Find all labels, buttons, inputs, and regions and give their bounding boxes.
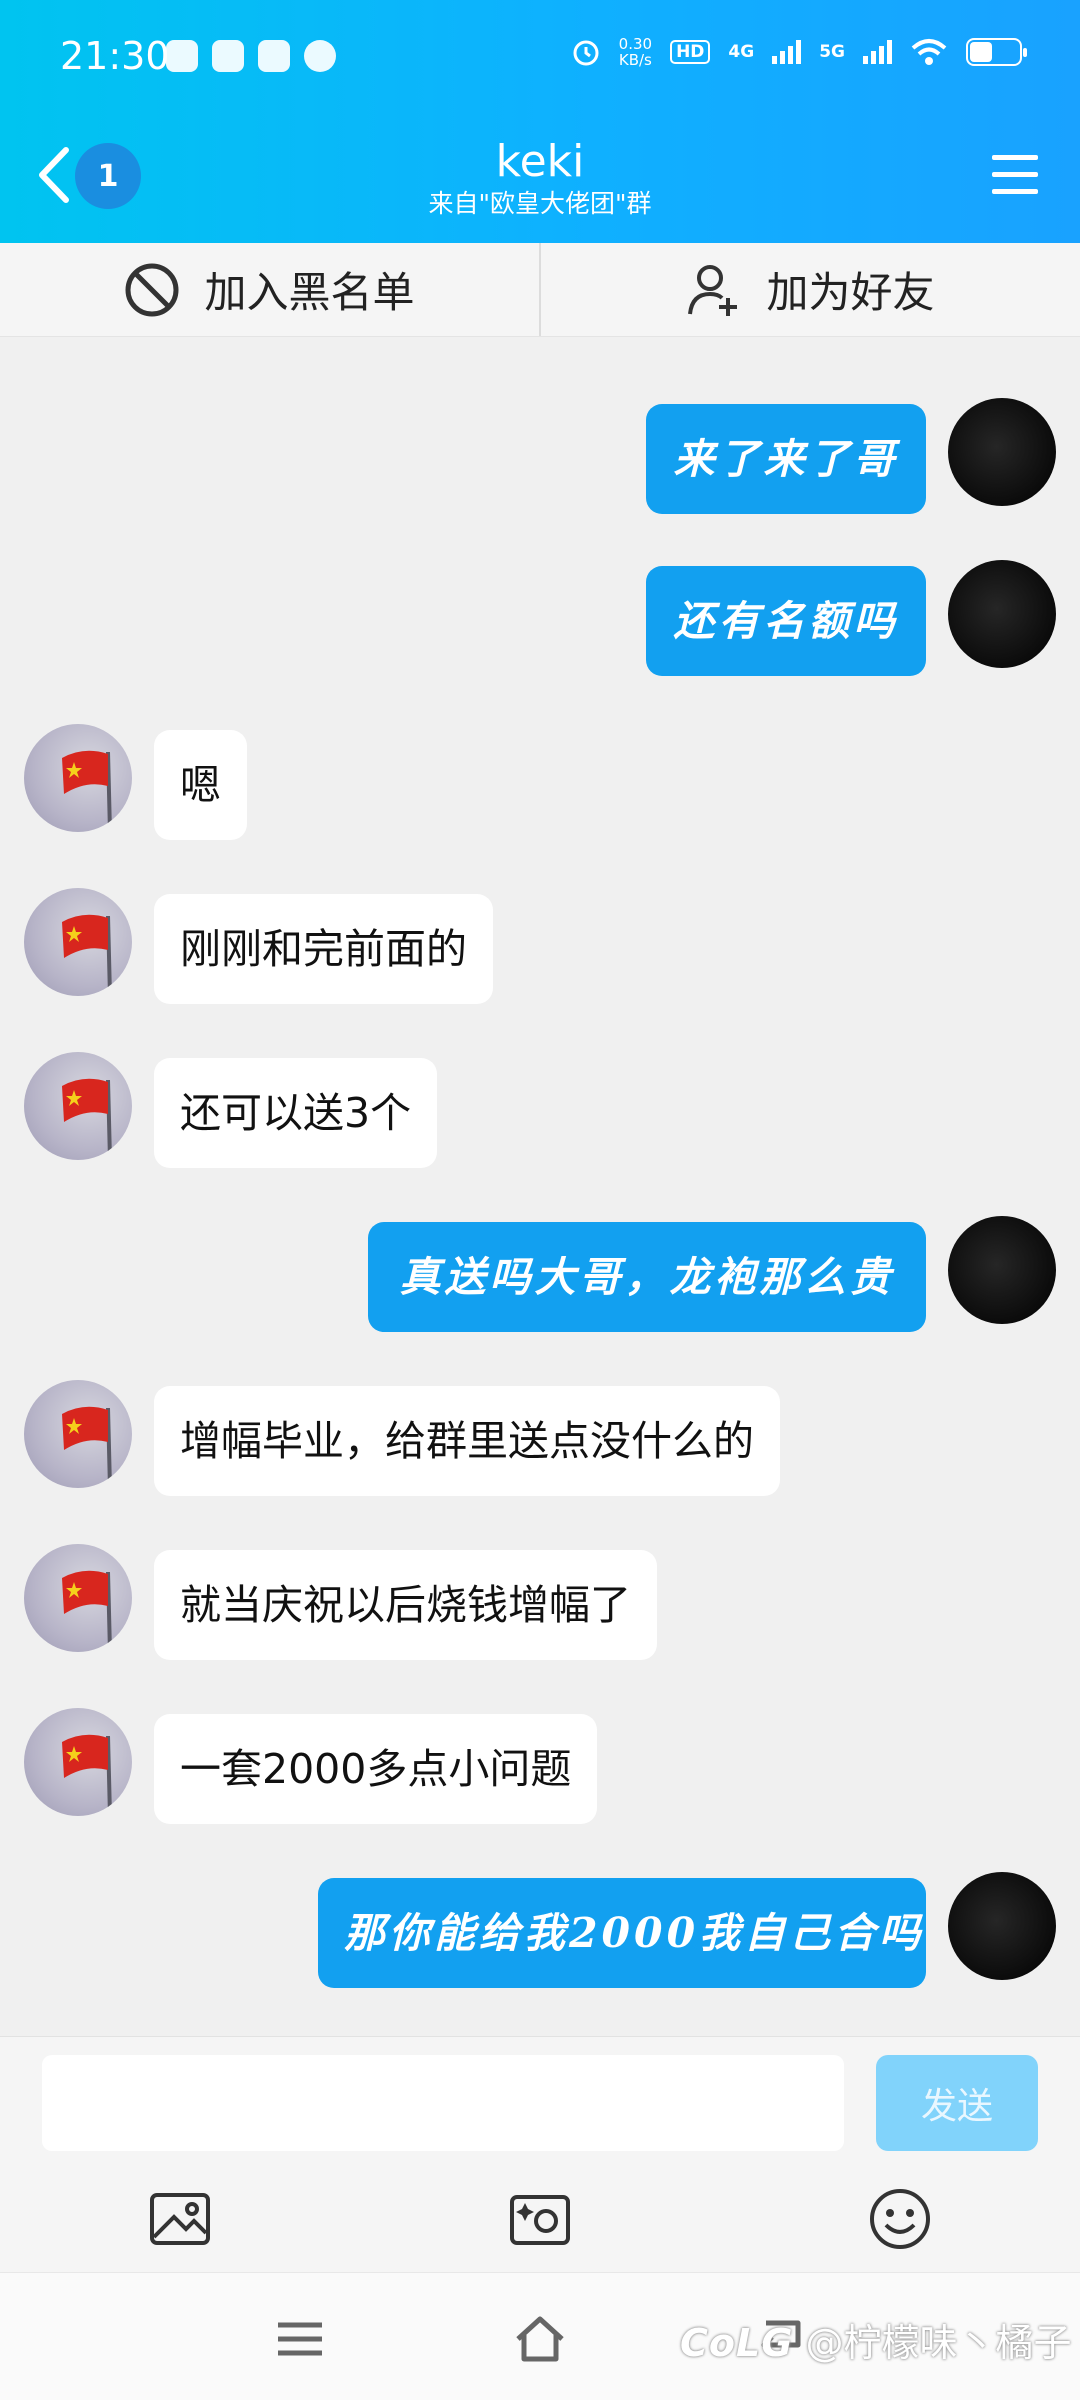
- signal-type-2: 5G: [819, 42, 845, 62]
- status-indicators: 0.30 KB/s HD 4G 5G: [571, 36, 1027, 68]
- camera-icon[interactable]: [508, 2187, 572, 2251]
- add-to-blacklist-button[interactable]: 加入黑名单: [0, 243, 539, 336]
- add-friend-button[interactable]: 加为好友: [539, 243, 1080, 336]
- menu-icon[interactable]: [992, 155, 1038, 195]
- status-time: 21:30: [60, 34, 170, 78]
- message-bubble-outgoing[interactable]: 那你能给我2000我自己合吗: [318, 1878, 926, 1988]
- emoji-icon[interactable]: [868, 2187, 932, 2251]
- blacklist-label: 加入黑名单: [204, 268, 415, 317]
- chat-title: keki: [495, 136, 585, 187]
- contact-avatar[interactable]: [24, 1708, 132, 1816]
- message-bubble-incoming[interactable]: 就当庆祝以后烧钱增幅了: [154, 1550, 657, 1660]
- self-avatar[interactable]: [948, 1872, 1056, 1980]
- contact-avatar[interactable]: [24, 1052, 132, 1160]
- message-bubble-incoming[interactable]: 增幅毕业，给群里送点没什么的: [154, 1386, 780, 1496]
- message-input[interactable]: [42, 2055, 844, 2151]
- self-avatar[interactable]: [948, 1216, 1056, 1324]
- app-notification-icon: [166, 40, 198, 72]
- signal-type-1: 4G: [728, 42, 755, 62]
- message-bubble-incoming[interactable]: 刚刚和完前面的: [154, 894, 493, 1004]
- contact-avatar[interactable]: [24, 1544, 132, 1652]
- message-bubble-incoming[interactable]: 嗯: [154, 730, 247, 840]
- message-notification-icon: [304, 40, 336, 72]
- home-icon[interactable]: [514, 2313, 566, 2365]
- send-button[interactable]: 发送: [876, 2055, 1038, 2151]
- contact-avatar[interactable]: [24, 888, 132, 996]
- flag-icon: [62, 914, 112, 996]
- self-avatar[interactable]: [948, 560, 1056, 668]
- net-speed: 0.30 KB/s: [619, 36, 652, 68]
- chat-header: 21:30 0.30 KB/s HD 4G 5G 1 keki 来自"欧皇大佬团…: [0, 0, 1080, 243]
- message-bubble-outgoing[interactable]: 真送吗大哥，龙袍那么贵: [368, 1222, 926, 1332]
- add-user-icon: [688, 264, 738, 316]
- alarm-icon: [573, 40, 599, 66]
- watermark-brand: CoLG: [680, 2321, 794, 2365]
- add-friend-label: 加为好友: [766, 268, 935, 317]
- notification-icons: [166, 40, 336, 72]
- chat-subtitle: 来自"欧皇大佬团"群: [428, 189, 652, 218]
- status-bar: 21:30 0.30 KB/s HD 4G 5G: [0, 0, 1080, 110]
- flag-icon: [62, 1570, 112, 1652]
- net-speed-value: 0.30: [618, 35, 653, 53]
- message-bubble-incoming[interactable]: 一套2000多点小问题: [154, 1714, 598, 1824]
- signal-bars-icon: [772, 40, 802, 64]
- flag-icon: [62, 750, 112, 832]
- signal-bars-icon: [863, 40, 892, 64]
- hd-badge: HD: [670, 40, 711, 64]
- contact-avatar[interactable]: [24, 724, 132, 832]
- message-bubble-outgoing[interactable]: 来了来了哥: [646, 404, 926, 514]
- image-icon[interactable]: [148, 2187, 212, 2251]
- contact-avatar[interactable]: [24, 1380, 132, 1488]
- back-arrow-icon[interactable]: [34, 146, 74, 204]
- message-bubble-outgoing[interactable]: 还有名额吗: [646, 566, 926, 676]
- block-icon: [125, 263, 179, 316]
- self-avatar[interactable]: [948, 398, 1056, 506]
- title-block: keki 来自"欧皇大佬团"群: [290, 136, 790, 220]
- wifi-icon: [911, 39, 947, 65]
- app-notification-icon: [258, 40, 290, 72]
- watermark: CoLG @柠檬味丶橘子: [680, 2312, 1072, 2367]
- flag-icon: [62, 1078, 112, 1160]
- message-bubble-incoming[interactable]: 还可以送3个: [154, 1058, 438, 1168]
- watermark-user: @柠檬味丶橘子: [805, 2321, 1072, 2365]
- unread-count-badge[interactable]: 1: [75, 143, 141, 209]
- flag-icon: [62, 1734, 112, 1816]
- battery-icon: [966, 38, 1027, 66]
- mail-notification-icon: [212, 40, 244, 72]
- menu-icon[interactable]: [274, 2313, 326, 2365]
- message-composer: 发送: [0, 2036, 1080, 2272]
- stranger-action-bar: 加入黑名单 加为好友: [0, 243, 1080, 337]
- flag-icon: [62, 1406, 112, 1488]
- net-speed-unit: KB/s: [618, 51, 652, 69]
